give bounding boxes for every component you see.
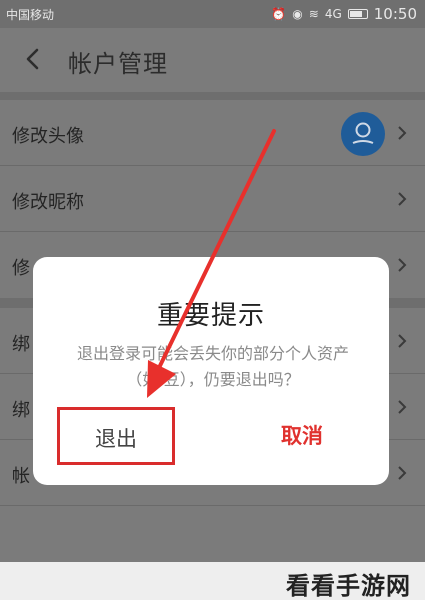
chevron-right-icon [398,126,407,140]
dialog-message: 退出登录可能会丢失你的部分个人资产（如:豆），仍要退出吗？ [76,344,349,389]
battery-icon [347,9,368,19]
row-change-nickname[interactable]: 修改昵称 [0,166,425,232]
chevron-right-icon [398,334,407,348]
clock-time: 10:50 [373,5,417,23]
user-icon [352,122,374,144]
carrier-name: 中国移动 [6,8,55,22]
page-title: 帐户管理 [68,50,168,78]
row-label: 帐 [12,466,30,487]
header-divider [0,92,425,100]
dialog-title: 重要提示 [156,301,265,331]
back-icon[interactable] [18,44,48,74]
chevron-right-icon [398,466,407,480]
signal-icon: 4G [324,7,342,21]
alarm-icon: ⏰ [271,7,287,21]
row-label: 修 [12,258,30,279]
row-label: 修改头像 [12,126,84,147]
row-label: 绑 [12,400,30,421]
chevron-right-icon [398,400,407,414]
wifi-icon: ≋ [308,7,319,21]
status-bar: 中国移动 ⏰ ◉ ≋ 4G 10:50 [0,0,425,28]
watermark-bar: 看看手游网 [0,562,425,600]
eye-icon: ◉ [292,7,303,21]
watermark-logo: 看看手游网 [286,572,411,600]
logout-button[interactable]: 退出 [57,407,175,465]
row-label: 绑 [12,334,30,355]
cancel-button[interactable]: 取消 [243,407,361,465]
logout-confirm-dialog: 重要提示 退出登录可能会丢失你的部分个人资产（如:豆），仍要退出吗？ 退出 取消 [33,257,389,485]
chevron-right-icon [398,258,407,272]
row-change-avatar[interactable]: 修改头像 [0,100,425,166]
avatar [341,112,385,156]
row-label: 修改昵称 [12,192,84,213]
status-icons: ⏰ ◉ ≋ 4G 10:50 [271,5,417,23]
chevron-right-icon [398,192,407,206]
app-header: 帐户管理 [0,28,425,92]
